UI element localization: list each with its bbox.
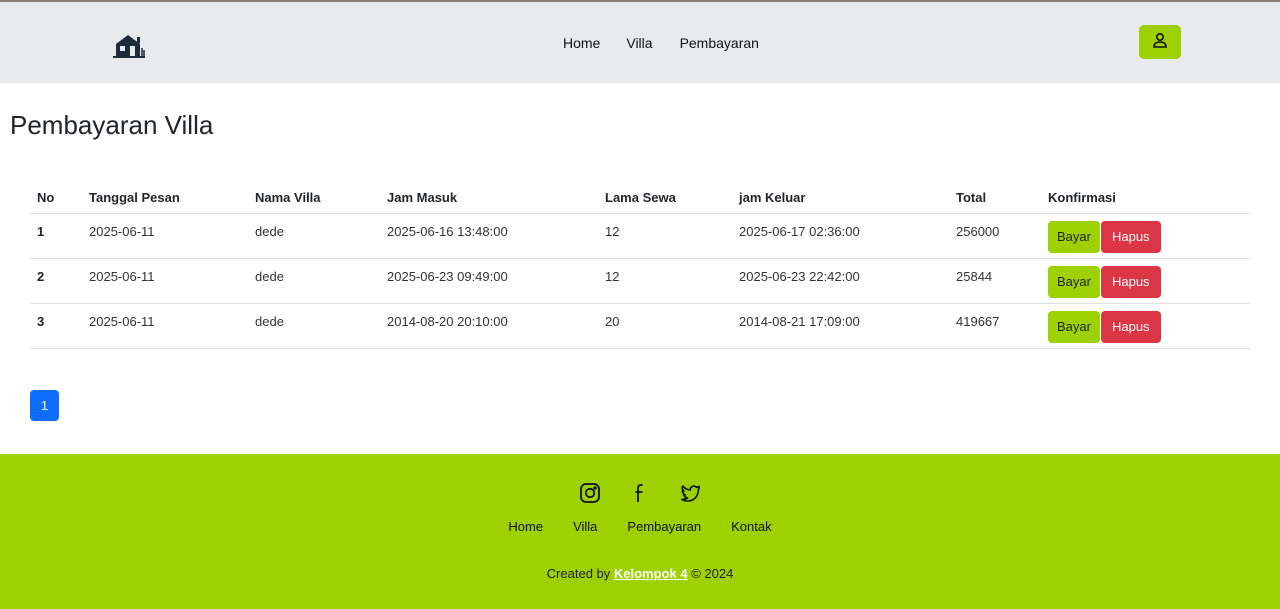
- cell-lama: 20: [598, 303, 732, 349]
- cell-masuk: 2025-06-16 13:48:00: [380, 213, 598, 259]
- instagram-icon[interactable]: [579, 482, 601, 504]
- cell-keluar: 2014-08-21 17:09:00: [732, 303, 949, 349]
- cell-lama: 12: [598, 258, 732, 304]
- bayar-button[interactable]: Bayar: [1048, 220, 1100, 253]
- cell-nama: dede: [248, 303, 380, 349]
- cell-total: 419667: [949, 303, 1041, 349]
- table-header-row: No Tanggal Pesan Nama Villa Jam Masuk La…: [30, 182, 1251, 214]
- cell-tanggal: 2025-06-11: [82, 303, 248, 349]
- footer-link-kontak[interactable]: Kontak: [731, 519, 771, 534]
- cell-tanggal: 2025-06-11: [82, 258, 248, 304]
- col-total: Total: [949, 182, 1041, 214]
- user-account-button[interactable]: [1139, 25, 1181, 59]
- col-lama-sewa: Lama Sewa: [598, 182, 732, 214]
- payment-table: No Tanggal Pesan Nama Villa Jam Masuk La…: [30, 182, 1251, 349]
- twitter-icon[interactable]: [679, 482, 701, 504]
- col-nama-villa: Nama Villa: [248, 182, 380, 214]
- cell-konfirmasi: Bayar Hapus: [1041, 303, 1251, 349]
- cell-konfirmasi: Bayar Hapus: [1041, 213, 1251, 259]
- table-row: 3 2025-06-11 dede 2014-08-20 20:10:00 20…: [30, 303, 1251, 349]
- col-no: No: [30, 182, 82, 214]
- page-title: Pembayaran Villa: [10, 110, 214, 140]
- credit-suffix: © 2024: [691, 566, 734, 581]
- cell-nama: dede: [248, 213, 380, 259]
- cell-konfirmasi: Bayar Hapus: [1041, 258, 1251, 304]
- credit-prefix: Created by: [546, 566, 611, 581]
- col-jam-masuk: Jam Masuk: [380, 182, 598, 214]
- villa-logo-icon[interactable]: [111, 31, 147, 59]
- footer-link-home[interactable]: Home: [508, 519, 543, 534]
- main-nav: Home Villa Pembayaran: [563, 35, 759, 51]
- hapus-button[interactable]: Hapus: [1100, 265, 1161, 298]
- cell-total: 256000: [949, 213, 1041, 259]
- cell-no: 2: [30, 258, 82, 304]
- facebook-icon[interactable]: [629, 482, 651, 504]
- cell-total: 25844: [949, 258, 1041, 304]
- table-row: 2 2025-06-11 dede 2025-06-23 09:49:00 12…: [30, 258, 1251, 304]
- navbar: Home Villa Pembayaran: [0, 2, 1280, 83]
- hapus-button[interactable]: Hapus: [1100, 310, 1161, 343]
- footer-link-pembayaran[interactable]: Pembayaran: [627, 519, 701, 534]
- cell-keluar: 2025-06-23 22:42:00: [732, 258, 949, 304]
- cell-keluar: 2025-06-17 02:36:00: [732, 213, 949, 259]
- nav-villa[interactable]: Villa: [626, 35, 652, 51]
- nav-pembayaran[interactable]: Pembayaran: [680, 35, 759, 51]
- col-tanggal-pesan: Tanggal Pesan: [82, 182, 248, 214]
- pagination-page-1[interactable]: 1: [30, 390, 59, 421]
- social-links: [0, 482, 1280, 504]
- cell-lama: 12: [598, 213, 732, 259]
- cell-tanggal: 2025-06-11: [82, 213, 248, 259]
- hapus-button[interactable]: Hapus: [1100, 220, 1161, 253]
- col-konfirmasi: Konfirmasi: [1041, 182, 1251, 214]
- nav-home[interactable]: Home: [563, 35, 600, 51]
- cell-no: 3: [30, 303, 82, 349]
- footer: Home Villa Pembayaran Kontak Created by …: [0, 454, 1280, 609]
- cell-masuk: 2014-08-20 20:10:00: [380, 303, 598, 349]
- footer-nav: Home Villa Pembayaran Kontak: [0, 519, 1280, 534]
- table-row: 1 2025-06-11 dede 2025-06-16 13:48:00 12…: [30, 213, 1251, 259]
- bayar-button[interactable]: Bayar: [1048, 310, 1100, 343]
- footer-link-villa[interactable]: Villa: [573, 519, 597, 534]
- cell-masuk: 2025-06-23 09:49:00: [380, 258, 598, 304]
- user-icon: [1151, 31, 1169, 54]
- col-jam-keluar: jam Keluar: [732, 182, 949, 214]
- cell-nama: dede: [248, 258, 380, 304]
- credit-brand-link[interactable]: Kelompok 4: [614, 566, 688, 581]
- cell-no: 1: [30, 213, 82, 259]
- bayar-button[interactable]: Bayar: [1048, 265, 1100, 298]
- credit-line: Created by Kelompok 4 © 2024: [0, 566, 1280, 581]
